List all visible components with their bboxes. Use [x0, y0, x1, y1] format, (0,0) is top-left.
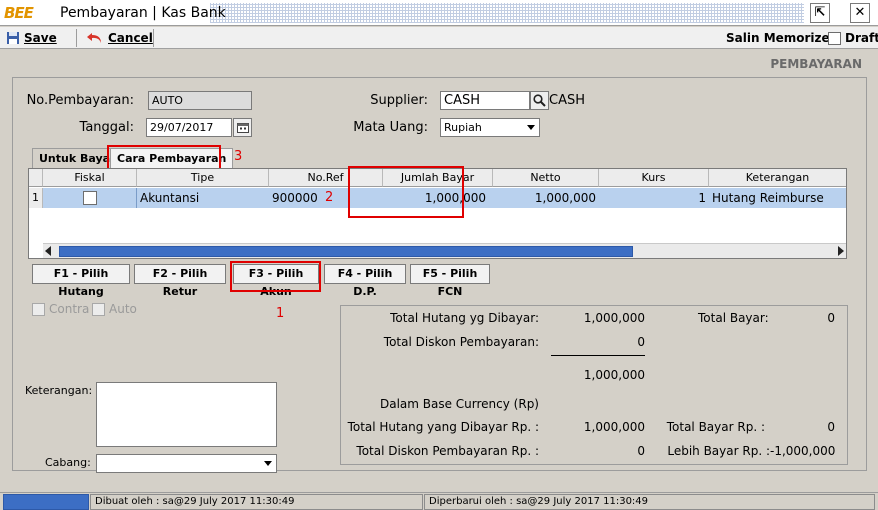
mata-uang-select[interactable]: Rupiah — [440, 118, 540, 137]
app-logo: BEE — [4, 4, 34, 22]
keterangan-label: Keterangan: — [25, 384, 93, 397]
cell-tipe[interactable]: Akuntansi — [137, 188, 202, 208]
subtotal-value: 1,000,000 — [583, 368, 645, 382]
total-diskon-value: 0 — [637, 335, 645, 349]
pilih-dp-button[interactable]: F4 - Pilih D.P. — [324, 264, 406, 298]
save-label: Save — [24, 31, 57, 45]
chevron-down-icon — [527, 125, 535, 130]
base-currency-label: Dalam Base Currency (Rp) — [379, 397, 539, 411]
cancel-button[interactable]: Cancel — [86, 29, 153, 47]
scroll-right-icon[interactable] — [838, 246, 844, 256]
status-diperbarui: Diperbarui oleh : sa@29 July 2017 11:30:… — [424, 494, 875, 510]
toolbar-separator — [153, 29, 154, 47]
lebih-bayar-value: -1,000,000 — [770, 444, 836, 458]
horizontal-scrollbar[interactable] — [43, 243, 846, 258]
close-icon[interactable]: ✕ — [850, 3, 870, 23]
cell-keterangan[interactable]: Hutang Reimburse — [709, 188, 827, 208]
total-bayar-value: 0 — [827, 311, 835, 325]
auto-checkbox[interactable]: Auto — [92, 302, 137, 316]
summary-panel — [340, 305, 848, 465]
draft-checkbox[interactable]: Draft — [828, 29, 878, 47]
total-bayar-label: Total Bayar: — [698, 311, 769, 325]
column-header-tipe[interactable]: Tipe — [137, 169, 269, 187]
cell-netto[interactable]: 1,000,000 — [493, 188, 599, 208]
floppy-disk-icon — [7, 32, 19, 44]
row-number-header — [29, 169, 43, 187]
total-hutang-label: Total Hutang yg Dibayar: — [390, 311, 539, 325]
toolbar: Save Cancel Salin Memorized Draft — [0, 27, 878, 49]
auto-checkbox-box — [92, 302, 105, 316]
total-diskon-rp-value: 0 — [637, 444, 645, 458]
auto-label: Auto — [109, 302, 137, 316]
tanggal-field[interactable]: 29/07/2017 — [146, 118, 232, 137]
search-icon[interactable] — [530, 91, 549, 110]
pilih-fcn-button[interactable]: F5 - Pilih FCN — [410, 264, 490, 298]
keterangan-textarea[interactable] — [96, 382, 277, 447]
scrollbar-thumb[interactable] — [59, 246, 633, 257]
salin-memorized-label: Salin Memorized — [726, 31, 839, 45]
cancel-label: Cancel — [108, 31, 153, 45]
total-diskon-rp-label: Total Diskon Pembayaran Rp. : — [356, 444, 539, 458]
annotation-1: 1 — [276, 306, 285, 321]
mata-uang-value: Rupiah — [444, 121, 482, 134]
total-hutang-value: 1,000,000 — [583, 311, 645, 325]
title-bar-pattern — [210, 3, 804, 23]
annotation-3: 3 — [234, 149, 243, 164]
row-number: 1 — [29, 188, 43, 208]
salin-memorized-button[interactable]: Salin Memorized — [726, 29, 838, 47]
annotation-2: 2 — [325, 190, 334, 205]
lebih-bayar-label: Lebih Bayar Rp. : — [667, 444, 770, 458]
cell-no-ref[interactable]: 900000 — [269, 188, 321, 208]
calendar-icon[interactable] — [233, 118, 252, 137]
supplier-name: CASH — [549, 93, 585, 108]
contra-label: Contra — [49, 302, 90, 316]
status-bar: Dibuat oleh : sa@29 July 2017 11:30:49 D… — [0, 492, 878, 510]
draft-label: Draft — [845, 31, 878, 45]
supplier-field[interactable]: CASH — [440, 91, 530, 110]
summary-divider — [551, 355, 645, 356]
total-hutang-rp-value: 1,000,000 — [583, 420, 645, 434]
contra-checkbox[interactable]: Contra — [32, 302, 89, 316]
scroll-left-icon[interactable] — [45, 246, 51, 256]
chevron-down-icon — [264, 461, 272, 466]
undo-arrow-icon — [87, 33, 101, 43]
status-dibuat: Dibuat oleh : sa@29 July 2017 11:30:49 — [90, 494, 423, 510]
highlight-box-1 — [230, 261, 321, 292]
pilih-retur-button[interactable]: F2 - Pilih Retur — [134, 264, 226, 298]
no-pembayaran-label: No.Pembayaran: — [26, 93, 134, 108]
total-bayar-rp-label: Total Bayar Rp. : — [666, 420, 765, 434]
fiskal-checkbox[interactable] — [83, 191, 97, 205]
pilih-hutang-button[interactable]: F1 - Pilih Hutang — [32, 264, 130, 298]
total-hutang-rp-label: Total Hutang yang Dibayar Rp. : — [347, 420, 539, 434]
column-header-keterangan[interactable]: Keterangan — [709, 169, 846, 187]
no-pembayaran-field[interactable]: AUTO — [148, 91, 252, 110]
mata-uang-label: Mata Uang: — [353, 120, 428, 135]
total-diskon-label: Total Diskon Pembayaran: — [383, 335, 539, 349]
cabang-select[interactable] — [96, 454, 277, 473]
highlight-box-2 — [348, 166, 464, 218]
status-indicator — [3, 494, 89, 510]
supplier-label: Supplier: — [370, 93, 428, 108]
save-button[interactable]: Save — [6, 29, 57, 47]
column-header-kurs[interactable]: Kurs — [599, 169, 709, 187]
column-header-netto[interactable]: Netto — [493, 169, 599, 187]
cell-kurs[interactable]: 1 — [599, 188, 709, 208]
cabang-label: Cabang: — [45, 456, 91, 469]
draft-checkbox-box — [828, 31, 841, 45]
form-title: PEMBAYARAN — [770, 57, 862, 71]
title-bar: BEE Pembayaran | Kas Bank ⇱ ✕ — [0, 0, 878, 26]
column-header-fiskal[interactable]: Fiskal — [43, 169, 137, 187]
total-bayar-rp-value: 0 — [827, 420, 835, 434]
window-title: Pembayaran | Kas Bank — [60, 5, 226, 21]
restore-icon[interactable]: ⇱ — [810, 3, 830, 23]
contra-checkbox-box — [32, 302, 45, 316]
tanggal-label: Tanggal: — [79, 120, 134, 135]
toolbar-separator — [76, 29, 77, 47]
